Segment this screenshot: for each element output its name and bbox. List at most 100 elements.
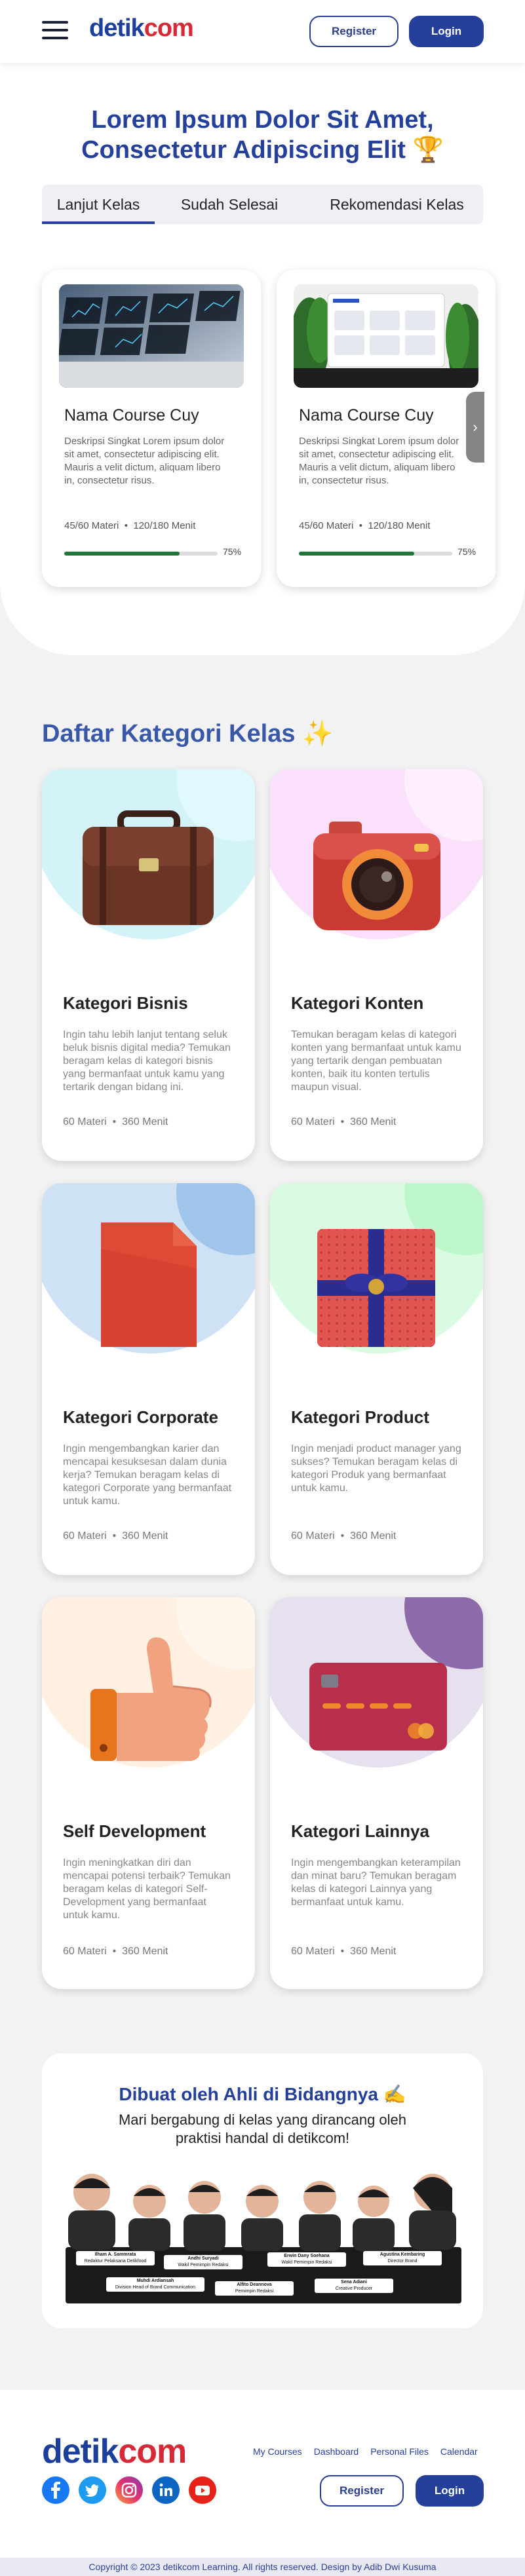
header: detikcom Register Login [0,0,525,63]
expert-name: Andhi Suryadi [187,2256,219,2261]
register-button[interactable]: Register [309,16,399,47]
category-menit: 360 Menit [350,1530,397,1542]
expert-role: Pemimpin Redaksi [235,2289,274,2294]
footer-link-my-courses[interactable]: My Courses [253,2446,302,2457]
expert-name: Alfito Deannova [237,2282,272,2287]
expert-label: Erwin Dany Soehana Wakil Pemimpin Redaksi [267,2253,346,2266]
expert-role: Wakil Pemimpin Redaksi [281,2260,332,2265]
experts-title-text: Dibuat oleh Ahli di Bidangnya [119,2084,378,2104]
category-title: Kategori Lainnya [291,1821,429,1841]
category-card-product[interactable]: Kategori Product Ingin menjadi product m… [270,1183,483,1575]
category-materi: 60 Materi [63,1946,107,1957]
twitter-icon[interactable] [79,2476,106,2504]
category-meta: 60 Materi • 360 Menit [63,1946,168,1957]
linkedin-icon[interactable] [152,2476,180,2504]
hero-line2: Consectetur Adipiscing Elit [81,136,406,164]
course-progress-bar [64,552,218,556]
experts-subtitle-line1: Mari bergabung di kelas yang dirancang o… [118,2112,407,2128]
category-title: Kategori Product [291,1407,429,1427]
hero-heading: Lorem Ipsum Dolor Sit Amet, Consectetur … [0,105,525,165]
expert-role: Division Head of Brand Communication [115,2285,196,2290]
facebook-icon[interactable] [42,2476,69,2504]
expert-name: Sena Adiani [341,2280,367,2284]
footer-links: My Courses Dashboard Personal Files Calenda… [253,2446,478,2457]
categories-title: Daftar Kategori Kelas [42,720,296,748]
category-title: Kategori Corporate [63,1407,218,1427]
category-card-konten[interactable]: Kategori Konten Temukan beragam kelas di… [270,769,483,1161]
expert-label: Sena Adiani Creative Producer [315,2279,393,2292]
category-card-lainnya[interactable]: Kategori Lainnya Ingin mengembangkan ket… [270,1597,483,1989]
category-meta: 60 Materi • 360 Menit [291,1946,397,1957]
course-progress-fill [64,552,180,556]
instagram-icon[interactable] [115,2476,143,2504]
tab-rekomendasi-kelas[interactable]: Rekomendasi Kelas [311,185,483,224]
course-thumbnail [294,284,478,388]
category-menit: 360 Menit [122,1530,168,1542]
expert-role: Wakil Pemimpin Redaksi [178,2263,229,2267]
tab-lanjut-kelas[interactable]: Lanjut Kelas [42,185,155,224]
document-icon [101,1222,197,1347]
course-materi: 45/60 Materi [64,520,119,531]
experts-team-photo: Ilham A. Sammrata Redaktur Pelaksana Deti… [66,2169,461,2303]
experts-subtitle: Mari bergabung di kelas yang dirancang o… [42,2111,483,2148]
category-card-bisnis[interactable]: Kategori Bisnis Ingin tahu lebih lanjut … [42,769,255,1161]
course-description: Deskripsi Singkat Lorem ipsum dolor sit … [64,436,225,486]
category-materi: 60 Materi [291,1530,335,1542]
course-meta: 45/60 Materi • 120/180 Menit [64,520,196,531]
category-description: Ingin tahu lebih lanjut tentang seluk be… [63,1029,231,1093]
footer-link-dashboard[interactable]: Dashboard [314,2446,359,2457]
footer-logo[interactable]: detikcom [42,2432,187,2471]
footer: detikcom My Courses Dashboard Personal Fil… [0,2390,525,2558]
expert-name: Ilham A. Sammrata [94,2252,136,2257]
hamburger-menu-icon[interactable] [42,21,68,39]
category-title: Self Development [63,1821,206,1841]
course-thumbnail [59,284,244,388]
chevron-right-icon[interactable]: › [466,392,484,463]
camera-icon [313,822,440,930]
logo[interactable]: detikcom [89,14,194,43]
category-card-self-development[interactable]: Self Development Ingin meningkatkan diri… [42,1597,255,1989]
course-description: Deskripsi Singkat Lorem ipsum dolor sit … [299,436,459,486]
login-button[interactable]: Login [409,16,484,47]
category-materi: 60 Materi [63,1116,107,1127]
footer-logo-part2: com [118,2433,187,2471]
category-meta: 60 Materi • 360 Menit [291,1116,397,1127]
expert-label: Agustina Kembaring Director Brand [363,2252,442,2265]
expert-name: Erwin Dany Soehana [284,2254,330,2258]
expert-name: Agustina Kembaring [379,2252,425,2257]
category-menit: 360 Menit [350,1946,397,1957]
category-materi: 60 Materi [63,1530,107,1542]
expert-label: Andhi Suryadi Wakil Pemimpin Redaksi [164,2256,243,2269]
trophy-icon: 🏆 [412,136,444,164]
hero-line1: Lorem Ipsum Dolor Sit Amet, [91,106,434,134]
course-tabs: Lanjut Kelas Sudah Selesai Rekomendasi K… [42,185,483,224]
category-menit: 360 Menit [122,1116,168,1127]
sparkles-icon: ✨ [302,720,334,748]
footer-link-calendar[interactable]: Calendar [440,2446,478,2457]
footer-register-button[interactable]: Register [320,2475,404,2507]
category-title: Kategori Konten [291,993,424,1013]
thumbs-up-icon [90,1637,212,1761]
course-menit: 120/180 Menit [133,520,196,531]
footer-login-button[interactable]: Login [416,2475,484,2507]
experts-subtitle-line2: praktisi handal di detikcom! [175,2130,350,2146]
category-description: Temukan beragam kelas di kategori konten… [291,1029,461,1093]
experts-section: Dibuat oleh Ahli di Bidangnya ✍️ Mari be… [42,2053,483,2328]
logo-part1: detik [89,14,145,42]
course-progress-percent: 75% [223,546,242,557]
course-card[interactable]: Nama Course Cuy Deskripsi Singkat Lorem … [42,270,261,587]
course-card[interactable]: Nama Course Cuy Deskripsi Singkat Lorem … [277,270,496,587]
tab-sudah-selesai[interactable]: Sudah Selesai [170,185,288,224]
categories-heading: Daftar Kategori Kelas ✨ [42,719,333,748]
category-title: Kategori Bisnis [63,993,188,1013]
briefcase-icon [83,810,214,925]
youtube-icon[interactable] [189,2476,216,2504]
footer-link-personal-files[interactable]: Personal Files [370,2446,429,2457]
expert-role: Director Brand [387,2259,418,2263]
category-card-corporate[interactable]: Kategori Corporate Ingin mengembangkan k… [42,1183,255,1575]
category-materi: 60 Materi [291,1946,335,1957]
expert-label: Muhdi Ardiansah Division Head of Brand Co… [106,2278,204,2291]
category-materi: 60 Materi [291,1116,335,1127]
category-menit: 360 Menit [350,1116,397,1127]
category-meta: 60 Materi • 360 Menit [291,1530,397,1542]
